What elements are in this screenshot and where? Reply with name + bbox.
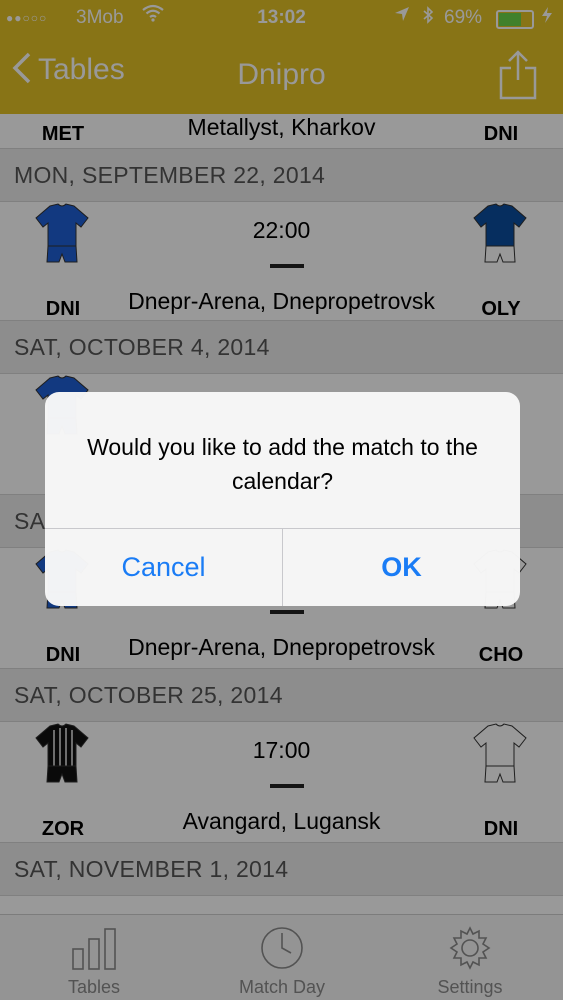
alert-message: Would you like to add the match to the c… <box>87 434 478 494</box>
cancel-button[interactable]: Cancel <box>45 529 282 606</box>
screen: ●●○○○ 3Mob 13:02 69% Tables Dnipro MET M… <box>0 0 563 1000</box>
calendar-alert-dialog: Would you like to add the match to the c… <box>45 392 520 606</box>
ok-button[interactable]: OK <box>283 529 520 606</box>
